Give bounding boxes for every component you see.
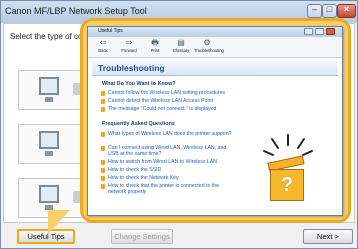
link-text: Can I connect using Wired LAN, Wireless … bbox=[108, 145, 227, 158]
link-item[interactable]: The message "Could not connect." is disp… bbox=[101, 106, 234, 112]
link-item[interactable]: Cannot detect the Wireless LAN Access Po… bbox=[101, 98, 234, 104]
question-mark-icon: ? bbox=[280, 174, 294, 196]
printer-icon: 🖶 bbox=[151, 38, 159, 47]
change-settings-button[interactable]: Change Settings bbox=[111, 229, 173, 244]
link-text: How to switch from Wired LAN to Wireless… bbox=[108, 159, 217, 165]
help-window-title: Useful Tips bbox=[98, 28, 123, 34]
close-icon: × bbox=[343, 4, 350, 14]
section-heading-faq: Frequently Asked Questions bbox=[102, 121, 175, 127]
link-text: How to check the SSID bbox=[108, 167, 162, 173]
bullet-icon bbox=[101, 184, 105, 189]
next-button[interactable]: Next > bbox=[303, 229, 353, 244]
back-label: Back bbox=[98, 48, 108, 53]
useful-tips-button[interactable]: Useful Tips bbox=[17, 229, 75, 244]
bullet-icon bbox=[101, 99, 105, 104]
forward-arrow-icon: ⇨ bbox=[125, 38, 133, 47]
bullet-icon bbox=[101, 160, 105, 165]
link-text: Cannot detect the Wireless LAN Access Po… bbox=[108, 98, 213, 104]
link-item[interactable]: How to check that the printer is connect… bbox=[101, 183, 234, 196]
minimize-icon: – bbox=[311, 4, 317, 14]
forward-label: Forward bbox=[121, 48, 137, 53]
back-button[interactable]: ⇦ Back bbox=[90, 38, 116, 54]
bullet-icon bbox=[101, 107, 105, 112]
minimize-button[interactable]: – bbox=[307, 4, 322, 18]
help-minimize-button[interactable] bbox=[304, 28, 313, 35]
link-text: How to check that the printer is connect… bbox=[108, 183, 220, 196]
link-text: What types of Wireless LAN does the prin… bbox=[108, 131, 232, 137]
maximize-icon: □ bbox=[326, 4, 333, 14]
section-heading-what: What Do You Want to Know? bbox=[102, 81, 176, 87]
link-item[interactable]: Cannot follow the Wireless LAN setting p… bbox=[101, 90, 234, 96]
computer-icon bbox=[39, 131, 59, 156]
link-text: The message "Could not connect." is disp… bbox=[108, 106, 217, 112]
maximize-button[interactable]: □ bbox=[322, 4, 337, 18]
bottom-button-bar: Useful Tips Change Settings Next > bbox=[3, 226, 355, 248]
help-close-button[interactable] bbox=[326, 28, 335, 35]
bullet-icon bbox=[101, 132, 105, 137]
link-item[interactable]: How to check the SSID bbox=[101, 167, 234, 173]
bullet-icon bbox=[101, 146, 105, 151]
forward-button[interactable]: ⇨ Forward bbox=[116, 38, 142, 54]
glossary-icon: ▤ bbox=[177, 38, 185, 47]
print-button[interactable]: 🖶 Print bbox=[142, 38, 168, 54]
link-text: How to check the Network Key bbox=[108, 175, 179, 181]
window-title: Canon MF/LBP Network Setup Tool bbox=[5, 6, 147, 16]
page-heading: Troubleshooting bbox=[98, 63, 165, 73]
back-arrow-icon: ⇦ bbox=[99, 38, 107, 47]
glossary-button[interactable]: ▤ Glossary bbox=[168, 38, 194, 54]
help-toolbar: ⇦ Back ⇨ Forward 🖶 Print ▤ Glossary ⚙ Tr… bbox=[88, 37, 342, 58]
glossary-label: Glossary bbox=[172, 48, 190, 53]
print-label: Print bbox=[150, 48, 160, 53]
link-item[interactable]: What types of Wireless LAN does the prin… bbox=[101, 131, 234, 137]
help-maximize-button[interactable] bbox=[315, 28, 324, 35]
bullet-icon bbox=[101, 176, 105, 181]
computer-icon bbox=[39, 185, 59, 210]
link-item[interactable]: Can I connect using Wired LAN, Wireless … bbox=[101, 145, 234, 158]
computer-icon bbox=[39, 77, 59, 102]
troubleshooting-button[interactable]: ⚙ Troubleshooting bbox=[194, 38, 224, 54]
troubleshooting-label: Troubleshooting bbox=[194, 48, 224, 53]
close-button[interactable]: × bbox=[337, 4, 356, 18]
link-text: Cannot follow the Wireless LAN setting p… bbox=[108, 90, 226, 96]
bullet-icon bbox=[101, 91, 105, 96]
bullet-icon bbox=[101, 168, 105, 173]
useful-tips-window: Useful Tips ⇦ Back ⇨ Forward 🖶 Print ▤ G… bbox=[87, 26, 343, 216]
troubleshooting-icon: ⚙ bbox=[203, 38, 211, 47]
help-heading-bar: Troubleshooting bbox=[92, 61, 338, 76]
help-titlebar[interactable]: Useful Tips bbox=[88, 27, 342, 37]
link-item[interactable]: How to switch from Wired LAN to Wireless… bbox=[101, 159, 234, 165]
link-item[interactable]: How to check the Network Key bbox=[101, 175, 234, 181]
help-content: Troubleshooting What Do You Want to Know… bbox=[92, 61, 340, 213]
box-body: ? bbox=[270, 169, 304, 201]
tips-box-illustration-icon: ? bbox=[258, 133, 318, 205]
